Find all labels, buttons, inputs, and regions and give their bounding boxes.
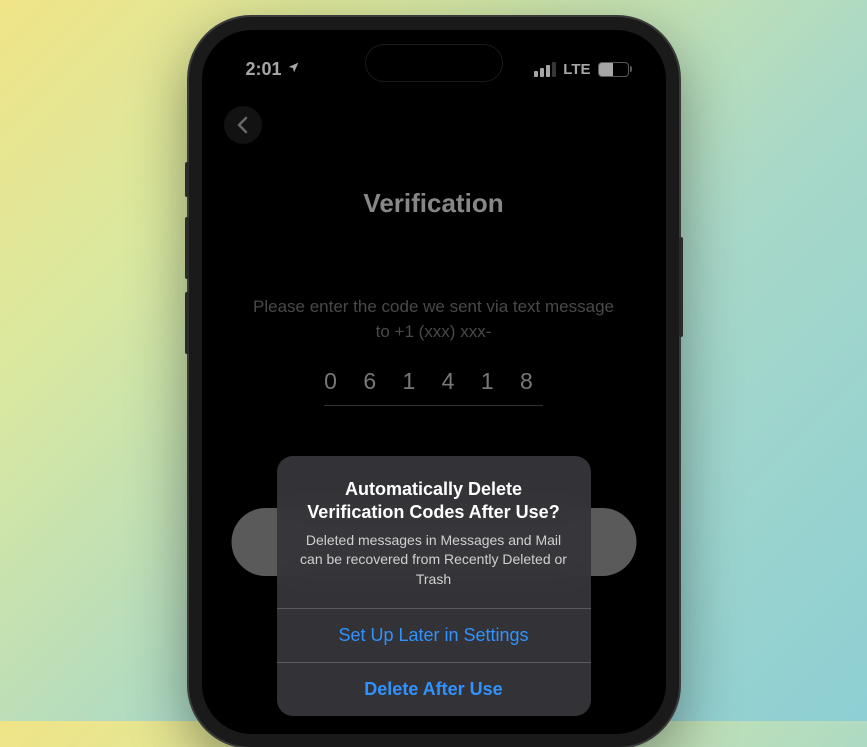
volume-down-button <box>185 292 189 354</box>
side-button <box>185 162 189 197</box>
alert-dialog: Automatically Delete Verification Codes … <box>277 456 591 716</box>
screen: 2:01 LTE 48 <box>202 30 666 734</box>
delete-after-use-button[interactable]: Delete After Use <box>277 662 591 716</box>
volume-up-button <box>185 217 189 279</box>
dynamic-island <box>365 44 503 82</box>
alert-title: Automatically Delete Verification Codes … <box>297 478 571 525</box>
power-button <box>679 237 683 337</box>
set-up-later-button[interactable]: Set Up Later in Settings <box>277 608 591 662</box>
phone-frame: 2:01 LTE 48 <box>189 17 679 747</box>
alert-body: Deleted messages in Messages and Mail ca… <box>297 531 571 590</box>
